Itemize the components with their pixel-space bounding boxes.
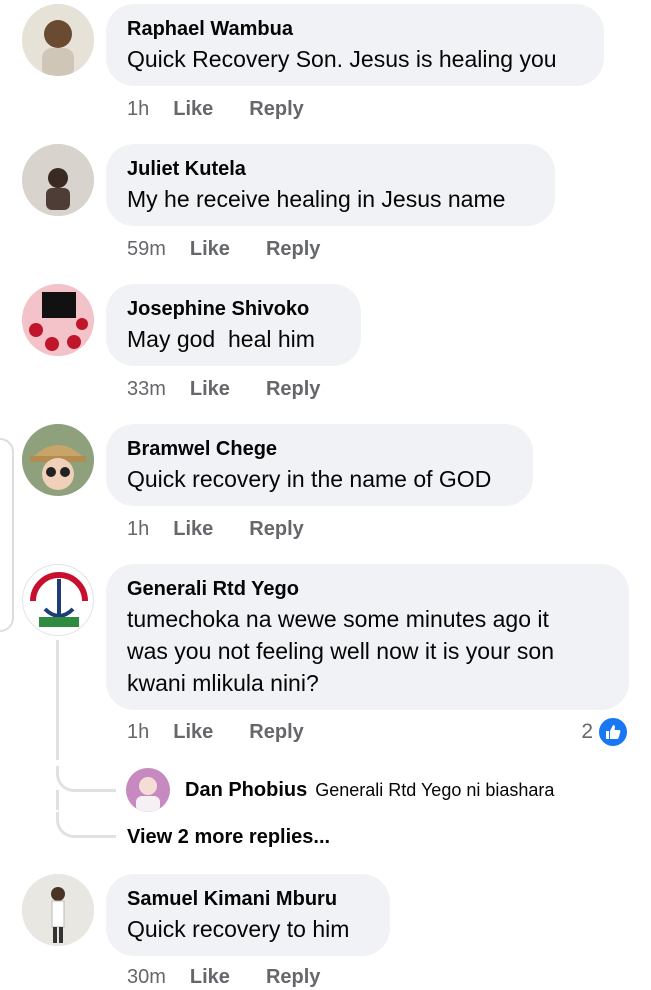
comment-author[interactable]: Raphael Wambua	[127, 17, 582, 41]
comment-text: May god heal him	[127, 326, 315, 352]
comment-author[interactable]: Generali Rtd Yego	[127, 577, 607, 601]
like-button[interactable]: Like	[190, 966, 230, 989]
comment-text: Quick Recovery Son. Jesus is healing you	[127, 46, 557, 72]
comment-time[interactable]: 1h	[127, 721, 149, 744]
like-button[interactable]: Like	[173, 721, 213, 744]
like-reaction-icon	[597, 716, 629, 748]
reaction-summary[interactable]: 2	[581, 716, 629, 748]
comment-text-line: was you not feeling well now it is your …	[127, 638, 554, 664]
reply-preview[interactable]: Dan Phobius Generali Rtd Yego ni biashar…	[126, 768, 554, 812]
comment-actions: 33m Like Reply	[127, 376, 320, 402]
reply-button[interactable]: Reply	[266, 378, 320, 401]
reply-button[interactable]: Reply	[249, 518, 303, 541]
comment-bubble: Samuel Kimani Mburu Quick recovery to hi…	[106, 874, 390, 956]
thread-line	[56, 640, 59, 760]
comment-bubble: Generali Rtd Yego tumechoka na wewe some…	[106, 564, 629, 710]
thread-connector	[56, 766, 116, 792]
comment-bubble: Josephine Shivoko May god heal him	[106, 284, 361, 366]
avatar[interactable]	[22, 284, 94, 356]
comment-bubble: Raphael Wambua Quick Recovery Son. Jesus…	[106, 4, 604, 86]
avatar[interactable]	[22, 4, 94, 76]
comment-text-line: kwani mlikula nini?	[127, 670, 319, 696]
thread-line	[56, 790, 59, 810]
thread-connector	[56, 812, 116, 838]
comment-actions: 59m Like Reply	[127, 236, 320, 262]
like-button[interactable]: Like	[190, 238, 230, 261]
comment-time[interactable]: 59m	[127, 238, 166, 261]
comment-actions: 1h Like Reply	[127, 516, 304, 542]
comment-time[interactable]: 30m	[127, 966, 166, 989]
comment-actions: 30m Like Reply	[127, 964, 320, 990]
comment-author[interactable]: Bramwel Chege	[127, 437, 511, 461]
comment-time[interactable]: 1h	[127, 518, 149, 541]
avatar[interactable]	[22, 874, 94, 946]
reaction-count: 2	[581, 720, 593, 743]
side-panel-edge	[0, 438, 14, 632]
comment-time[interactable]: 1h	[127, 98, 149, 121]
comment-actions: 1h Like Reply	[127, 719, 304, 745]
avatar[interactable]	[22, 144, 94, 216]
comment-actions: 1h Like Reply	[127, 96, 304, 122]
reply-button[interactable]: Reply	[266, 238, 320, 261]
comment-text: tumechoka na wewe some minutes ago it wa…	[127, 603, 607, 699]
reply-avatar[interactable]	[126, 768, 170, 812]
comment-time[interactable]: 33m	[127, 378, 166, 401]
reply-button[interactable]: Reply	[266, 966, 320, 989]
reply-text: Generali Rtd Yego ni biashara	[315, 779, 555, 800]
comment-text-line: tumechoka na wewe some minutes ago it	[127, 606, 549, 632]
avatar[interactable]	[22, 424, 94, 496]
reply-author[interactable]: Dan Phobius	[185, 779, 307, 802]
like-button[interactable]: Like	[190, 378, 230, 401]
comment-author[interactable]: Josephine Shivoko	[127, 297, 339, 321]
reply-button[interactable]: Reply	[249, 98, 303, 121]
comment-bubble: Juliet Kutela My he receive healing in J…	[106, 144, 555, 226]
comment-author[interactable]: Samuel Kimani Mburu	[127, 887, 368, 911]
like-button[interactable]: Like	[173, 98, 213, 121]
comment-text: My he receive healing in Jesus name	[127, 186, 506, 212]
comment-text: Quick recovery in the name of GOD	[127, 466, 492, 492]
avatar[interactable]	[22, 564, 94, 636]
like-button[interactable]: Like	[173, 518, 213, 541]
comment-text: Quick recovery to him	[127, 916, 350, 942]
comment-author[interactable]: Juliet Kutela	[127, 157, 533, 181]
view-more-replies-button[interactable]: View 2 more replies...	[127, 826, 330, 849]
reply-button[interactable]: Reply	[249, 721, 303, 744]
comment-bubble: Bramwel Chege Quick recovery in the name…	[106, 424, 533, 506]
